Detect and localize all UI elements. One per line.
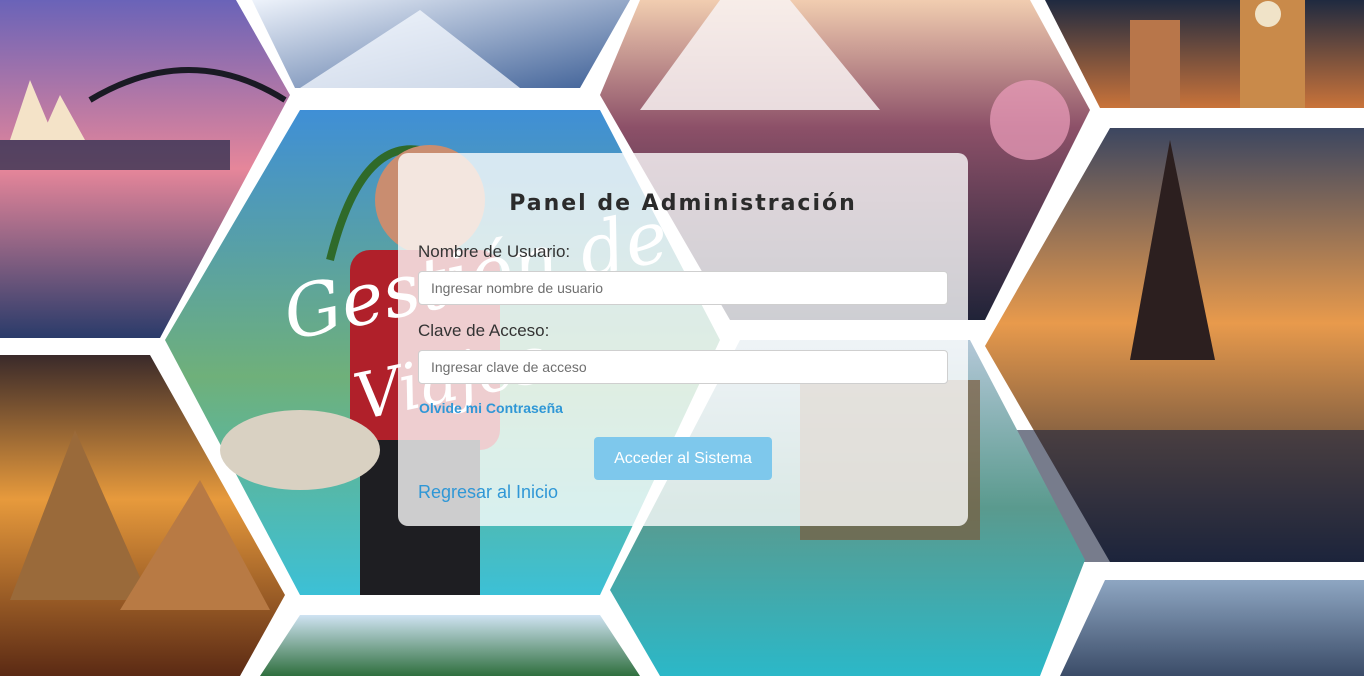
username-label: Nombre de Usuario: — [418, 242, 571, 261]
page-title: Panel de Administración — [509, 191, 857, 216]
login-panel: Panel de Administración Nombre de Usuari… — [398, 153, 968, 526]
back-to-home-link[interactable]: Regresar al Inicio — [418, 482, 558, 503]
password-label: Clave de Acceso: — [418, 321, 550, 340]
username-input[interactable] — [418, 271, 948, 305]
password-input[interactable] — [418, 350, 948, 384]
forgot-password-link[interactable]: Olvide mi Contraseña — [419, 400, 563, 416]
login-button[interactable]: Acceder al Sistema — [594, 437, 772, 480]
